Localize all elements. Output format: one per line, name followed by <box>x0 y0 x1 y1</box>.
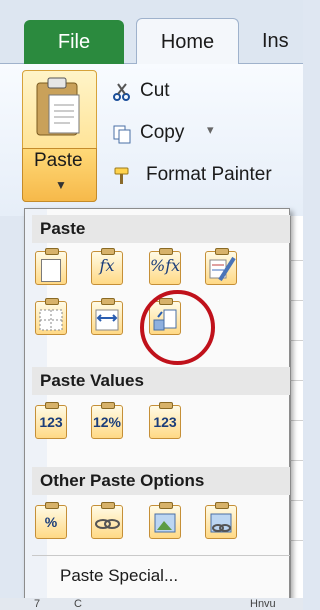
scissors-icon <box>113 83 130 101</box>
keep-source-column-widths-icon[interactable] <box>91 298 123 335</box>
copy-icon <box>113 125 131 144</box>
worksheet-edge <box>290 216 303 610</box>
paste-icon[interactable] <box>35 248 67 285</box>
cell-text: C <box>74 598 82 610</box>
paste-link-icon[interactable] <box>91 502 123 539</box>
section-header-paste-values: Paste Values <box>32 367 290 395</box>
paste-picture-icon[interactable] <box>149 502 181 539</box>
format-painter-icon <box>114 167 129 184</box>
gridline <box>290 380 303 381</box>
tab-file[interactable]: File <box>24 20 124 64</box>
paste-formulas-icon[interactable]: fx <box>91 248 123 285</box>
linked-picture-glyph-icon <box>210 513 232 533</box>
section-header-paste: Paste <box>32 215 290 243</box>
menu-separator <box>32 555 290 556</box>
gridline <box>290 340 303 341</box>
chevron-down-icon[interactable]: ▾ <box>207 122 214 138</box>
no-borders-icon[interactable] <box>35 298 67 335</box>
keep-source-formatting-icon[interactable] <box>205 248 237 285</box>
paste-clipboard-icon <box>36 77 80 136</box>
chain-link-icon <box>95 519 120 529</box>
paste-formulas-number-formatting-icon[interactable]: %fx <box>149 248 181 285</box>
values-number-formatting-icon[interactable]: 12% <box>91 402 123 439</box>
gridline <box>290 460 303 461</box>
cell-text: Hnvu <box>250 598 276 610</box>
paste-formatting-icon[interactable]: % <box>35 502 67 539</box>
cut-button[interactable]: Cut <box>140 80 170 102</box>
highlight-circle <box>140 290 215 365</box>
brush-icon <box>209 256 236 282</box>
section-header-other-paste-options: Other Paste Options <box>32 467 290 495</box>
gridline <box>290 420 303 421</box>
tab-home[interactable]: Home <box>136 18 239 65</box>
gridline <box>290 500 303 501</box>
column-width-arrows-icon <box>95 309 119 331</box>
paste-special-menu-item[interactable]: Paste Special... <box>60 566 178 586</box>
format-painter-button[interactable]: Format Painter <box>146 164 272 186</box>
gridline <box>290 540 303 541</box>
paste-values-icon[interactable]: 123 <box>35 402 67 439</box>
dotted-grid-icon <box>39 309 63 331</box>
values-source-formatting-icon[interactable]: 123 <box>149 402 181 439</box>
row-number: 7 <box>34 598 41 610</box>
gridline <box>290 300 303 301</box>
gridline <box>290 260 303 261</box>
copy-button[interactable]: Copy <box>140 122 184 144</box>
paste-label: Paste <box>34 150 83 171</box>
picture-icon <box>154 513 176 533</box>
linked-picture-icon[interactable] <box>205 502 237 539</box>
paste-options-menu: Paste fx %fx Paste Values 123 12% 123 Ot… <box>24 208 290 607</box>
chevron-down-icon: ▼ <box>55 178 67 192</box>
tab-insert[interactable]: Ins <box>262 18 289 64</box>
